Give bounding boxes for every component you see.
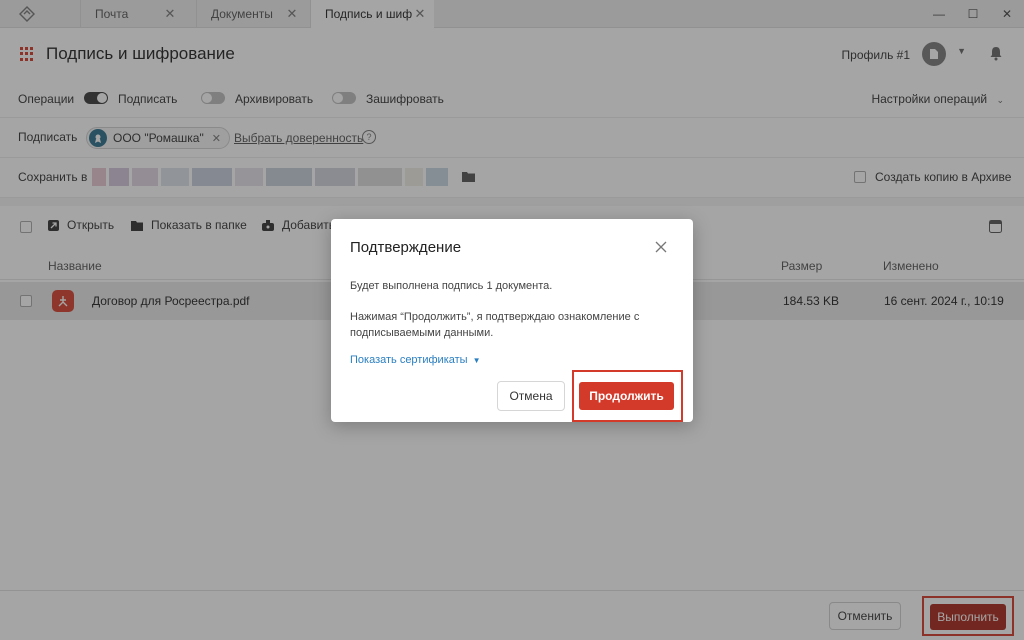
chevron-down-icon: ▼ [472,355,481,365]
dialog-consent-text: Нажимая “Продолжить”, я подтверждаю озна… [350,311,640,339]
dialog-title: Подтверждение [350,239,462,256]
confirmation-dialog: Подтверждение Будет выполнена подпись 1 … [331,219,693,422]
dialog-cancel-button[interactable]: Отмена [497,381,565,411]
show-certificates-label: Показать сертификаты [350,354,468,366]
dialog-message: Будет выполнена подпись 1 документа. [350,280,553,292]
continue-button[interactable]: Продолжить [579,382,674,410]
continue-highlight: Продолжить [572,370,683,422]
show-certificates-link[interactable]: Показать сертификаты ▼ [350,354,480,366]
close-icon[interactable] [655,241,667,253]
